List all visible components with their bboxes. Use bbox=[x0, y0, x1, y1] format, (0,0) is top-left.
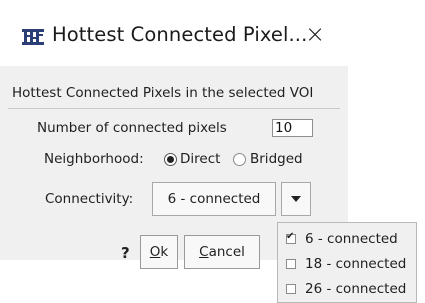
connectivity-select[interactable]: 6 - connected bbox=[152, 182, 276, 216]
pmod-app-icon bbox=[22, 29, 44, 45]
window-title: Hottest Connected Pixel... bbox=[52, 23, 308, 46]
help-button[interactable]: ? bbox=[121, 244, 130, 262]
connectivity-label: Connectivity: bbox=[45, 191, 134, 207]
option-26-label: 26 - connected bbox=[305, 281, 407, 297]
ok-button[interactable]: Ok bbox=[140, 235, 178, 269]
connected-pixels-input[interactable] bbox=[272, 119, 313, 137]
radio-direct[interactable] bbox=[164, 153, 177, 166]
radio-direct-label[interactable]: Direct bbox=[180, 151, 220, 167]
ok-mnemonic: O bbox=[149, 244, 161, 260]
connectivity-dropdown-button[interactable] bbox=[281, 182, 311, 216]
checkbox-26 bbox=[286, 284, 296, 294]
dialog-description: Hottest Connected Pixels in the selected… bbox=[12, 85, 314, 101]
radio-bridged[interactable] bbox=[233, 153, 246, 166]
checkbox-6 bbox=[286, 231, 296, 244]
triangle-down-icon bbox=[291, 196, 301, 202]
cancel-mnemonic: C bbox=[199, 244, 209, 260]
dialog-window: Hottest Connected Pixel... × Hottest Con… bbox=[0, 0, 348, 269]
dropdown-option-6[interactable]: 6 - connected bbox=[278, 228, 416, 250]
cancel-label-rest: ancel bbox=[208, 244, 245, 260]
cancel-button[interactable]: Cancel bbox=[184, 235, 260, 269]
option-6-label: 6 - connected bbox=[305, 231, 398, 247]
option-18-label: 18 - connected bbox=[305, 256, 407, 272]
dropdown-option-26[interactable]: 26 - connected bbox=[278, 278, 416, 300]
pixels-label: Number of connected pixels bbox=[37, 120, 227, 136]
close-icon[interactable]: × bbox=[302, 20, 328, 48]
checkbox-18 bbox=[286, 259, 296, 269]
ok-label-rest: k bbox=[160, 244, 169, 260]
radio-bridged-label[interactable]: Bridged bbox=[250, 151, 303, 167]
dropdown-option-18[interactable]: 18 - connected bbox=[278, 253, 416, 275]
connectivity-dropdown-list: 6 - connected 18 - connected 26 - connec… bbox=[277, 222, 417, 303]
separator bbox=[8, 108, 340, 109]
neighborhood-label: Neighborhood: bbox=[44, 151, 144, 167]
title-bar: Hottest Connected Pixel... × bbox=[0, 0, 348, 66]
